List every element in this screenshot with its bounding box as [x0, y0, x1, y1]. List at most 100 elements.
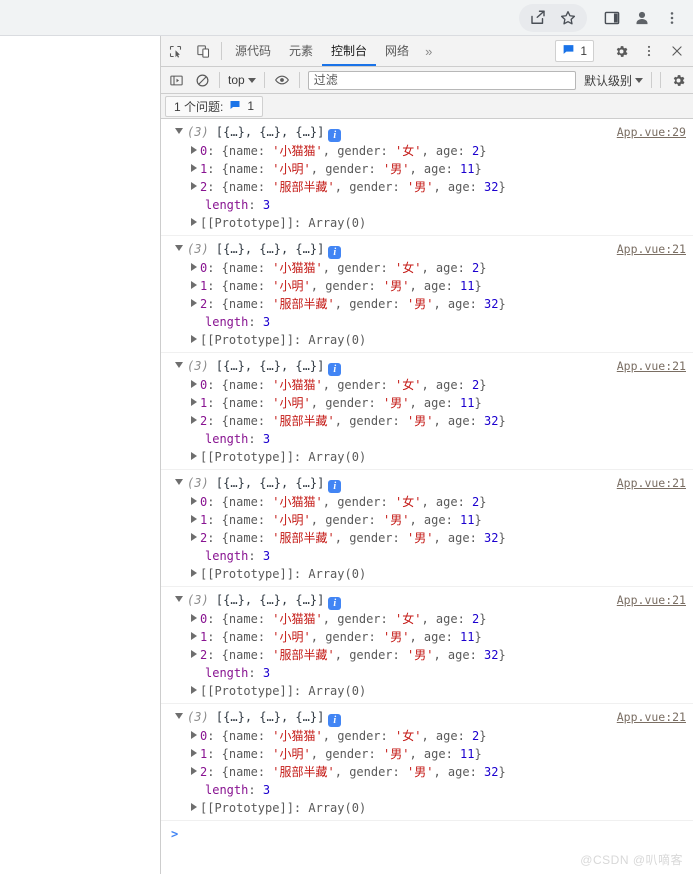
- log-array-item[interactable]: 0: {name: '小猫猫', gender: '女', age: 2}: [161, 376, 693, 394]
- gear-icon[interactable]: [607, 44, 635, 59]
- disclosure-triangle-icon[interactable]: [191, 614, 197, 622]
- disclosure-triangle-icon[interactable]: [191, 803, 197, 811]
- log-array-item[interactable]: 1: {name: '小明', gender: '男', age: 11}: [161, 160, 693, 178]
- disclosure-triangle-icon[interactable]: [175, 713, 183, 719]
- side-panel-icon[interactable]: [597, 4, 627, 32]
- disclosure-triangle-icon[interactable]: [191, 515, 197, 523]
- disclosure-triangle-icon[interactable]: [175, 245, 183, 251]
- disclosure-triangle-icon[interactable]: [191, 299, 197, 307]
- log-array-item[interactable]: 2: {name: '服部半藏', gender: '男', age: 32}: [161, 646, 693, 664]
- log-array-item[interactable]: 0: {name: '小猫猫', gender: '女', age: 2}: [161, 259, 693, 277]
- log-array-item[interactable]: 1: {name: '小明', gender: '男', age: 11}: [161, 745, 693, 763]
- clear-console-icon[interactable]: [189, 69, 215, 91]
- disclosure-triangle-icon[interactable]: [191, 632, 197, 640]
- log-source-link[interactable]: App.vue:21: [617, 708, 686, 726]
- console-sidebar-icon[interactable]: [163, 69, 189, 91]
- disclosure-triangle-icon[interactable]: [175, 128, 183, 134]
- log-array-item[interactable]: 1: {name: '小明', gender: '男', age: 11}: [161, 628, 693, 646]
- log-array-item[interactable]: 0: {name: '小猫猫', gender: '女', age: 2}: [161, 727, 693, 745]
- console-log-entry[interactable]: App.vue:29 (3) [{…}, {…}, {…}] i 0: {name: …: [161, 119, 693, 236]
- disclosure-triangle-icon[interactable]: [191, 182, 197, 190]
- log-array-item[interactable]: 0: {name: '小猫猫', gender: '女', age: 2}: [161, 142, 693, 160]
- console-output[interactable]: App.vue:29 (3) [{…}, {…}, {…}] i 0: {name: …: [161, 119, 693, 874]
- tab-elements[interactable]: 元素: [280, 36, 322, 66]
- log-array-header[interactable]: (3) [{…}, {…}, {…}] i: [161, 474, 693, 493]
- log-array-item[interactable]: 2: {name: '服部半藏', gender: '男', age: 32}: [161, 763, 693, 781]
- log-array-item[interactable]: 2: {name: '服部半藏', gender: '男', age: 32}: [161, 295, 693, 313]
- log-source-link[interactable]: App.vue:21: [617, 357, 686, 375]
- log-source-link[interactable]: App.vue:21: [617, 474, 686, 492]
- disclosure-triangle-icon[interactable]: [191, 398, 197, 406]
- log-array-item[interactable]: 2: {name: '服部半藏', gender: '男', age: 32}: [161, 529, 693, 547]
- console-log-entry[interactable]: App.vue:21 (3) [{…}, {…}, {…}] i 0: {name: …: [161, 704, 693, 821]
- tab-sources[interactable]: 源代码: [226, 36, 280, 66]
- disclosure-triangle-icon[interactable]: [191, 650, 197, 658]
- disclosure-triangle-icon[interactable]: [191, 263, 197, 271]
- disclosure-triangle-icon[interactable]: [191, 335, 197, 343]
- device-toolbar-icon[interactable]: [189, 36, 217, 66]
- log-array-prototype[interactable]: [[Prototype]]: Array(0): [161, 214, 693, 232]
- log-array-item[interactable]: 1: {name: '小明', gender: '男', age: 11}: [161, 511, 693, 529]
- disclosure-triangle-icon[interactable]: [191, 569, 197, 577]
- tab-network[interactable]: 网络: [376, 36, 418, 66]
- tab-console[interactable]: 控制台: [322, 36, 377, 66]
- disclosure-triangle-icon[interactable]: [191, 218, 197, 226]
- log-array-header[interactable]: (3) [{…}, {…}, {…}] i: [161, 357, 693, 376]
- log-array-item[interactable]: 1: {name: '小明', gender: '男', age: 11}: [161, 394, 693, 412]
- profile-avatar-icon[interactable]: [627, 4, 657, 32]
- disclosure-triangle-icon[interactable]: [191, 452, 197, 460]
- prop-key-name: name: [228, 495, 258, 509]
- log-array-item[interactable]: 2: {name: '服部半藏', gender: '男', age: 32}: [161, 412, 693, 430]
- disclosure-triangle-icon[interactable]: [191, 146, 197, 154]
- log-levels-dropdown[interactable]: 默认级别: [580, 70, 647, 90]
- disclosure-triangle-icon[interactable]: [191, 281, 197, 289]
- disclosure-triangle-icon[interactable]: [191, 767, 197, 775]
- log-array-prototype[interactable]: [[Prototype]]: Array(0): [161, 565, 693, 583]
- disclosure-triangle-icon[interactable]: [191, 497, 197, 505]
- disclosure-triangle-icon[interactable]: [191, 416, 197, 424]
- filter-input[interactable]: [307, 70, 576, 90]
- log-array-header[interactable]: (3) [{…}, {…}, {…}] i: [161, 708, 693, 727]
- disclosure-triangle-icon[interactable]: [191, 533, 197, 541]
- log-array-item[interactable]: 1: {name: '小明', gender: '男', age: 11}: [161, 277, 693, 295]
- execution-context-dropdown[interactable]: top: [224, 70, 260, 90]
- console-log-entry[interactable]: App.vue:21 (3) [{…}, {…}, {…}] i 0: {name: …: [161, 470, 693, 587]
- disclosure-triangle-icon[interactable]: [191, 731, 197, 739]
- share-icon[interactable]: [523, 4, 553, 32]
- disclosure-triangle-icon[interactable]: [191, 164, 197, 172]
- issues-summary-button[interactable]: 1 个问题: 1: [165, 95, 264, 117]
- close-icon[interactable]: [663, 44, 691, 58]
- log-array-prototype[interactable]: [[Prototype]]: Array(0): [161, 799, 693, 817]
- console-log-entry[interactable]: App.vue:21 (3) [{…}, {…}, {…}] i 0: {name: …: [161, 353, 693, 470]
- more-tabs-icon[interactable]: »: [418, 36, 439, 66]
- log-array-header[interactable]: (3) [{…}, {…}, {…}] i: [161, 240, 693, 259]
- log-array-item[interactable]: 2: {name: '服部半藏', gender: '男', age: 32}: [161, 178, 693, 196]
- disclosure-triangle-icon[interactable]: [191, 686, 197, 694]
- bookmark-star-icon[interactable]: [553, 4, 583, 32]
- disclosure-triangle-icon[interactable]: [191, 749, 197, 757]
- log-array-header[interactable]: (3) [{…}, {…}, {…}] i: [161, 123, 693, 142]
- log-source-link[interactable]: App.vue:21: [617, 591, 686, 609]
- console-log-entry[interactable]: App.vue:21 (3) [{…}, {…}, {…}] i 0: {name: …: [161, 236, 693, 353]
- console-log-entry[interactable]: App.vue:21 (3) [{…}, {…}, {…}] i 0: {name: …: [161, 587, 693, 704]
- log-array-item[interactable]: 0: {name: '小猫猫', gender: '女', age: 2}: [161, 493, 693, 511]
- log-array-header[interactable]: (3) [{…}, {…}, {…}] i: [161, 591, 693, 610]
- chrome-menu-icon[interactable]: [657, 4, 687, 32]
- toolbar-divider: [221, 42, 222, 60]
- log-array-prototype[interactable]: [[Prototype]]: Array(0): [161, 448, 693, 466]
- disclosure-triangle-icon[interactable]: [175, 362, 183, 368]
- eye-icon[interactable]: [269, 69, 295, 91]
- disclosure-triangle-icon[interactable]: [191, 380, 197, 388]
- console-settings-gear-icon[interactable]: [665, 69, 691, 91]
- devtools-menu-icon[interactable]: [635, 44, 663, 58]
- inspect-element-icon[interactable]: [161, 36, 189, 66]
- log-array-prototype[interactable]: [[Prototype]]: Array(0): [161, 682, 693, 700]
- console-input-line[interactable]: >: [161, 821, 693, 843]
- log-array-prototype[interactable]: [[Prototype]]: Array(0): [161, 331, 693, 349]
- disclosure-triangle-icon[interactable]: [175, 596, 183, 602]
- log-source-link[interactable]: App.vue:21: [617, 240, 686, 258]
- log-array-item[interactable]: 0: {name: '小猫猫', gender: '女', age: 2}: [161, 610, 693, 628]
- log-source-link[interactable]: App.vue:29: [617, 123, 686, 141]
- issues-counter-chip[interactable]: 1: [555, 40, 594, 62]
- disclosure-triangle-icon[interactable]: [175, 479, 183, 485]
